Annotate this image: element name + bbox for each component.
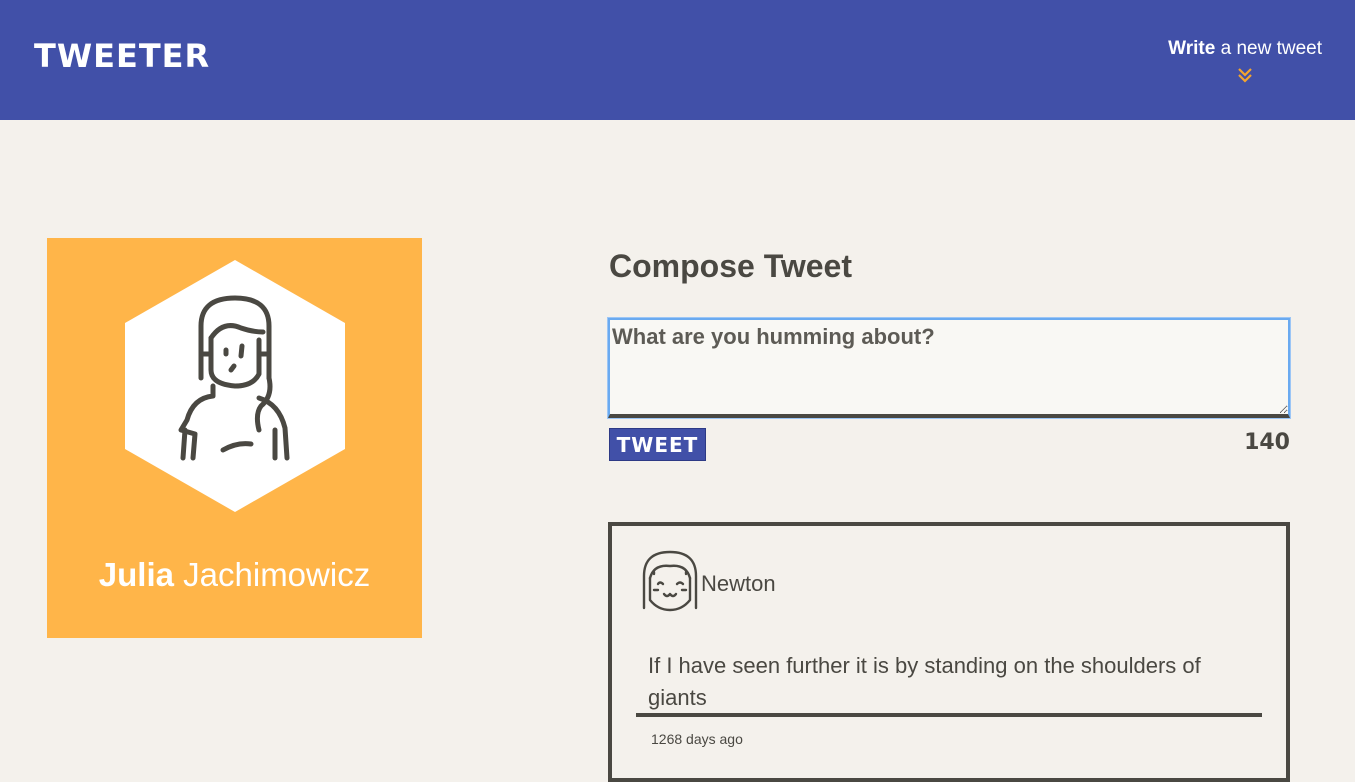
character-counter: 140 (1244, 430, 1290, 455)
write-label-bold: Write (1168, 38, 1216, 59)
double-chevron-down-icon[interactable] (1237, 66, 1253, 84)
tweet-submit-button[interactable]: TWEET (609, 428, 706, 461)
newton-avatar-icon (642, 550, 698, 612)
write-new-tweet-label[interactable]: Write a new tweet (1168, 36, 1322, 62)
compose-title: Compose Tweet (609, 248, 852, 284)
profile-card: Julia Jachimowicz (47, 238, 422, 638)
profile-name: Julia Jachimowicz (47, 554, 422, 596)
write-new-tweet-toggle[interactable]: Write a new tweet (1168, 36, 1322, 84)
tweet-body: If I have seen further it is by standing… (648, 653, 1201, 710)
brand-logo[interactable]: TWEETER (34, 36, 210, 76)
profile-last-name: Jachimowicz (173, 556, 371, 593)
tweet-author-handle[interactable]: Newton (701, 570, 776, 598)
top-nav-bar: TWEETER Write a new tweet (0, 0, 1355, 120)
user-avatar-icon (125, 260, 345, 512)
tweet-timestamp: 1268 days ago (651, 731, 743, 747)
profile-first-name: Julia (98, 556, 174, 593)
tweet-divider (636, 713, 1262, 717)
write-label-rest: a new tweet (1215, 38, 1322, 59)
tweet-card: Newton If I have seen further it is by s… (608, 522, 1290, 782)
tweet-input[interactable] (608, 318, 1290, 418)
